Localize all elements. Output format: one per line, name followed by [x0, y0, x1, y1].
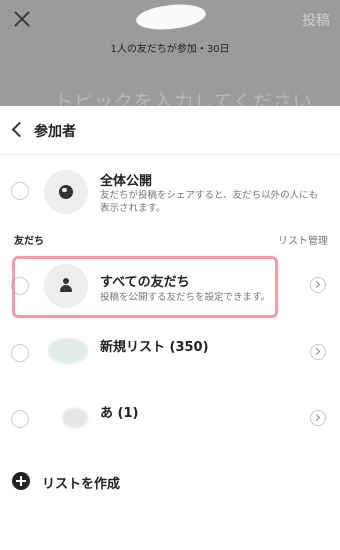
a-list-radio[interactable] — [11, 410, 29, 428]
public-title: 全体公開 — [100, 174, 153, 189]
blurred-avatar — [48, 338, 88, 364]
friends-section-label: 友だち — [14, 236, 44, 247]
chevron-right-icon[interactable] — [310, 344, 326, 360]
chevron-right-icon[interactable] — [310, 410, 326, 426]
highlight-annotation — [12, 256, 278, 318]
a-list-title: あ (1) — [100, 406, 139, 421]
globe-icon — [59, 185, 73, 199]
sheet-header: 参加者 — [0, 106, 340, 155]
sheet-title: 参加者 — [34, 124, 76, 140]
option-public[interactable]: 全体公開 友だちが投稿をシェアすると、友だち以外の人にも表示されます。 — [0, 164, 340, 220]
participants-sheet: 参加者 全体公開 友だちが投稿をシェアすると、友だち以外の人にも表示されます。 … — [0, 106, 340, 550]
back-chevron-icon[interactable] — [11, 121, 28, 138]
public-avatar — [44, 170, 88, 214]
blurred-avatar — [62, 408, 88, 428]
public-radio[interactable] — [11, 182, 29, 200]
close-icon[interactable] — [12, 9, 32, 29]
post-button[interactable]: 投稿 — [302, 10, 330, 30]
plus-icon — [12, 472, 30, 490]
composer-backdrop: 1人の友だちが参加・30日 投稿 トピックを入力してください — [0, 0, 340, 113]
list-manage-link[interactable]: リスト管理 — [278, 232, 328, 247]
list-item-a[interactable]: あ (1) — [0, 394, 340, 444]
new-list-radio[interactable] — [11, 344, 29, 362]
participants-summary: 1人の友だちが参加・30日 — [110, 44, 230, 55]
list-item-new-list[interactable]: 新規リスト (350) — [0, 328, 340, 378]
public-description: 友だちが投稿をシェアすると、友だち以外の人にも表示されます。 — [100, 190, 319, 214]
new-list-title: 新規リスト (350) — [100, 340, 209, 355]
redacted-name — [134, 1, 208, 33]
create-list-label: リストを作成 — [42, 477, 121, 492]
chevron-right-icon[interactable] — [310, 277, 326, 293]
